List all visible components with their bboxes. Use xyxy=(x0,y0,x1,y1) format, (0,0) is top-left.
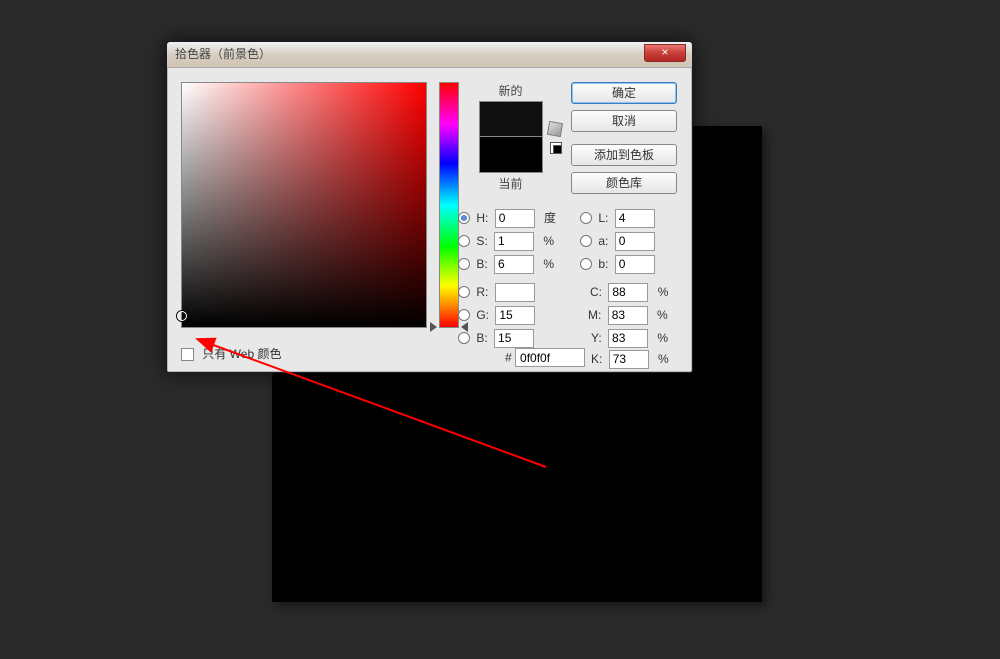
new-color-swatch xyxy=(479,101,543,137)
g-label: G: xyxy=(476,308,489,322)
color-preview: 新的 当前 xyxy=(473,82,548,192)
websafe-icon[interactable] xyxy=(550,142,562,154)
s-label: S: xyxy=(476,234,487,248)
h-label: H: xyxy=(476,211,488,225)
c-field: C: % xyxy=(590,282,668,302)
r-field: R: xyxy=(458,282,535,302)
b-hsb-field: B: % xyxy=(458,254,554,274)
k-unit: % xyxy=(658,352,669,366)
c-label: C: xyxy=(590,285,602,299)
close-button[interactable]: × xyxy=(644,44,686,62)
b-lab-radio[interactable] xyxy=(580,258,592,270)
add-to-swatches-button[interactable]: 添加到色板 xyxy=(571,144,677,166)
b-rgb-radio[interactable] xyxy=(458,332,470,344)
h-unit: 度 xyxy=(544,211,556,225)
hex-field: # xyxy=(505,348,585,367)
c-input[interactable] xyxy=(608,283,648,302)
dialog-body: 新的 当前 确定 取消 添加到色板 颜色库 H: 度 S: % B: xyxy=(167,68,692,373)
a-field: a: xyxy=(580,231,655,251)
color-picker-dialog: 拾色器（前景色） × 新的 当前 确定 取消 添加到色板 颜色库 H: 度 xyxy=(166,41,693,373)
b-hsb-unit: % xyxy=(543,257,554,271)
l-field: L: xyxy=(580,208,655,228)
l-radio[interactable] xyxy=(580,212,592,224)
saturation-value-field[interactable] xyxy=(181,82,427,328)
c-unit: % xyxy=(658,285,669,299)
m-label: M: xyxy=(588,308,601,322)
hex-label: # xyxy=(505,351,512,365)
s-field: S: % xyxy=(458,231,554,251)
a-input[interactable] xyxy=(615,232,655,251)
g-radio[interactable] xyxy=(458,309,470,321)
y-label: Y: xyxy=(591,331,602,345)
r-input[interactable] xyxy=(495,283,535,302)
m-field: M: % xyxy=(588,305,668,325)
web-only-row: 只有 Web 颜色 xyxy=(181,346,281,362)
r-radio[interactable] xyxy=(458,286,470,298)
cancel-button[interactable]: 取消 xyxy=(571,110,677,132)
y-unit: % xyxy=(657,331,668,345)
b-hsb-input[interactable] xyxy=(494,255,534,274)
h-input[interactable] xyxy=(495,209,535,228)
h-field: H: 度 xyxy=(458,208,556,228)
close-icon: × xyxy=(661,45,668,59)
l-label: L: xyxy=(598,211,608,225)
s-radio[interactable] xyxy=(458,235,470,247)
g-field: G: xyxy=(458,305,535,325)
b-lab-field: b: xyxy=(580,254,655,274)
a-radio[interactable] xyxy=(580,235,592,247)
l-input[interactable] xyxy=(615,209,655,228)
b-rgb-input[interactable] xyxy=(494,329,534,348)
r-label: R: xyxy=(476,285,488,299)
b-rgb-field: B: xyxy=(458,328,534,348)
b-lab-input[interactable] xyxy=(615,255,655,274)
hue-pointer-left-icon xyxy=(430,322,437,332)
sv-cursor-icon xyxy=(177,311,187,321)
new-color-label: 新的 xyxy=(473,82,548,99)
color-libraries-button[interactable]: 颜色库 xyxy=(571,172,677,194)
k-field: K: % xyxy=(591,349,669,369)
h-radio[interactable] xyxy=(458,212,470,224)
k-label: K: xyxy=(591,352,602,366)
k-input[interactable] xyxy=(609,350,649,369)
web-only-checkbox[interactable] xyxy=(181,348,194,361)
g-input[interactable] xyxy=(495,306,535,325)
m-input[interactable] xyxy=(608,306,648,325)
ok-button[interactable]: 确定 xyxy=(571,82,677,104)
a-label: a: xyxy=(598,234,608,248)
b-lab-label: b: xyxy=(598,257,608,271)
b-hsb-radio[interactable] xyxy=(458,258,470,270)
s-input[interactable] xyxy=(494,232,534,251)
gamut-warning-icon[interactable] xyxy=(547,121,563,137)
dialog-titlebar[interactable]: 拾色器（前景色） × xyxy=(167,42,692,68)
b-hsb-label: B: xyxy=(476,257,487,271)
current-color-label: 当前 xyxy=(473,175,548,192)
s-unit: % xyxy=(543,234,554,248)
hue-slider[interactable] xyxy=(439,82,459,328)
current-color-swatch[interactable] xyxy=(479,137,543,173)
web-only-label: 只有 Web 颜色 xyxy=(202,347,281,361)
b-rgb-label: B: xyxy=(476,331,487,345)
y-field: Y: % xyxy=(591,328,668,348)
y-input[interactable] xyxy=(608,329,648,348)
dialog-title: 拾色器（前景色） xyxy=(175,47,271,61)
m-unit: % xyxy=(657,308,668,322)
hex-input[interactable] xyxy=(515,348,585,367)
